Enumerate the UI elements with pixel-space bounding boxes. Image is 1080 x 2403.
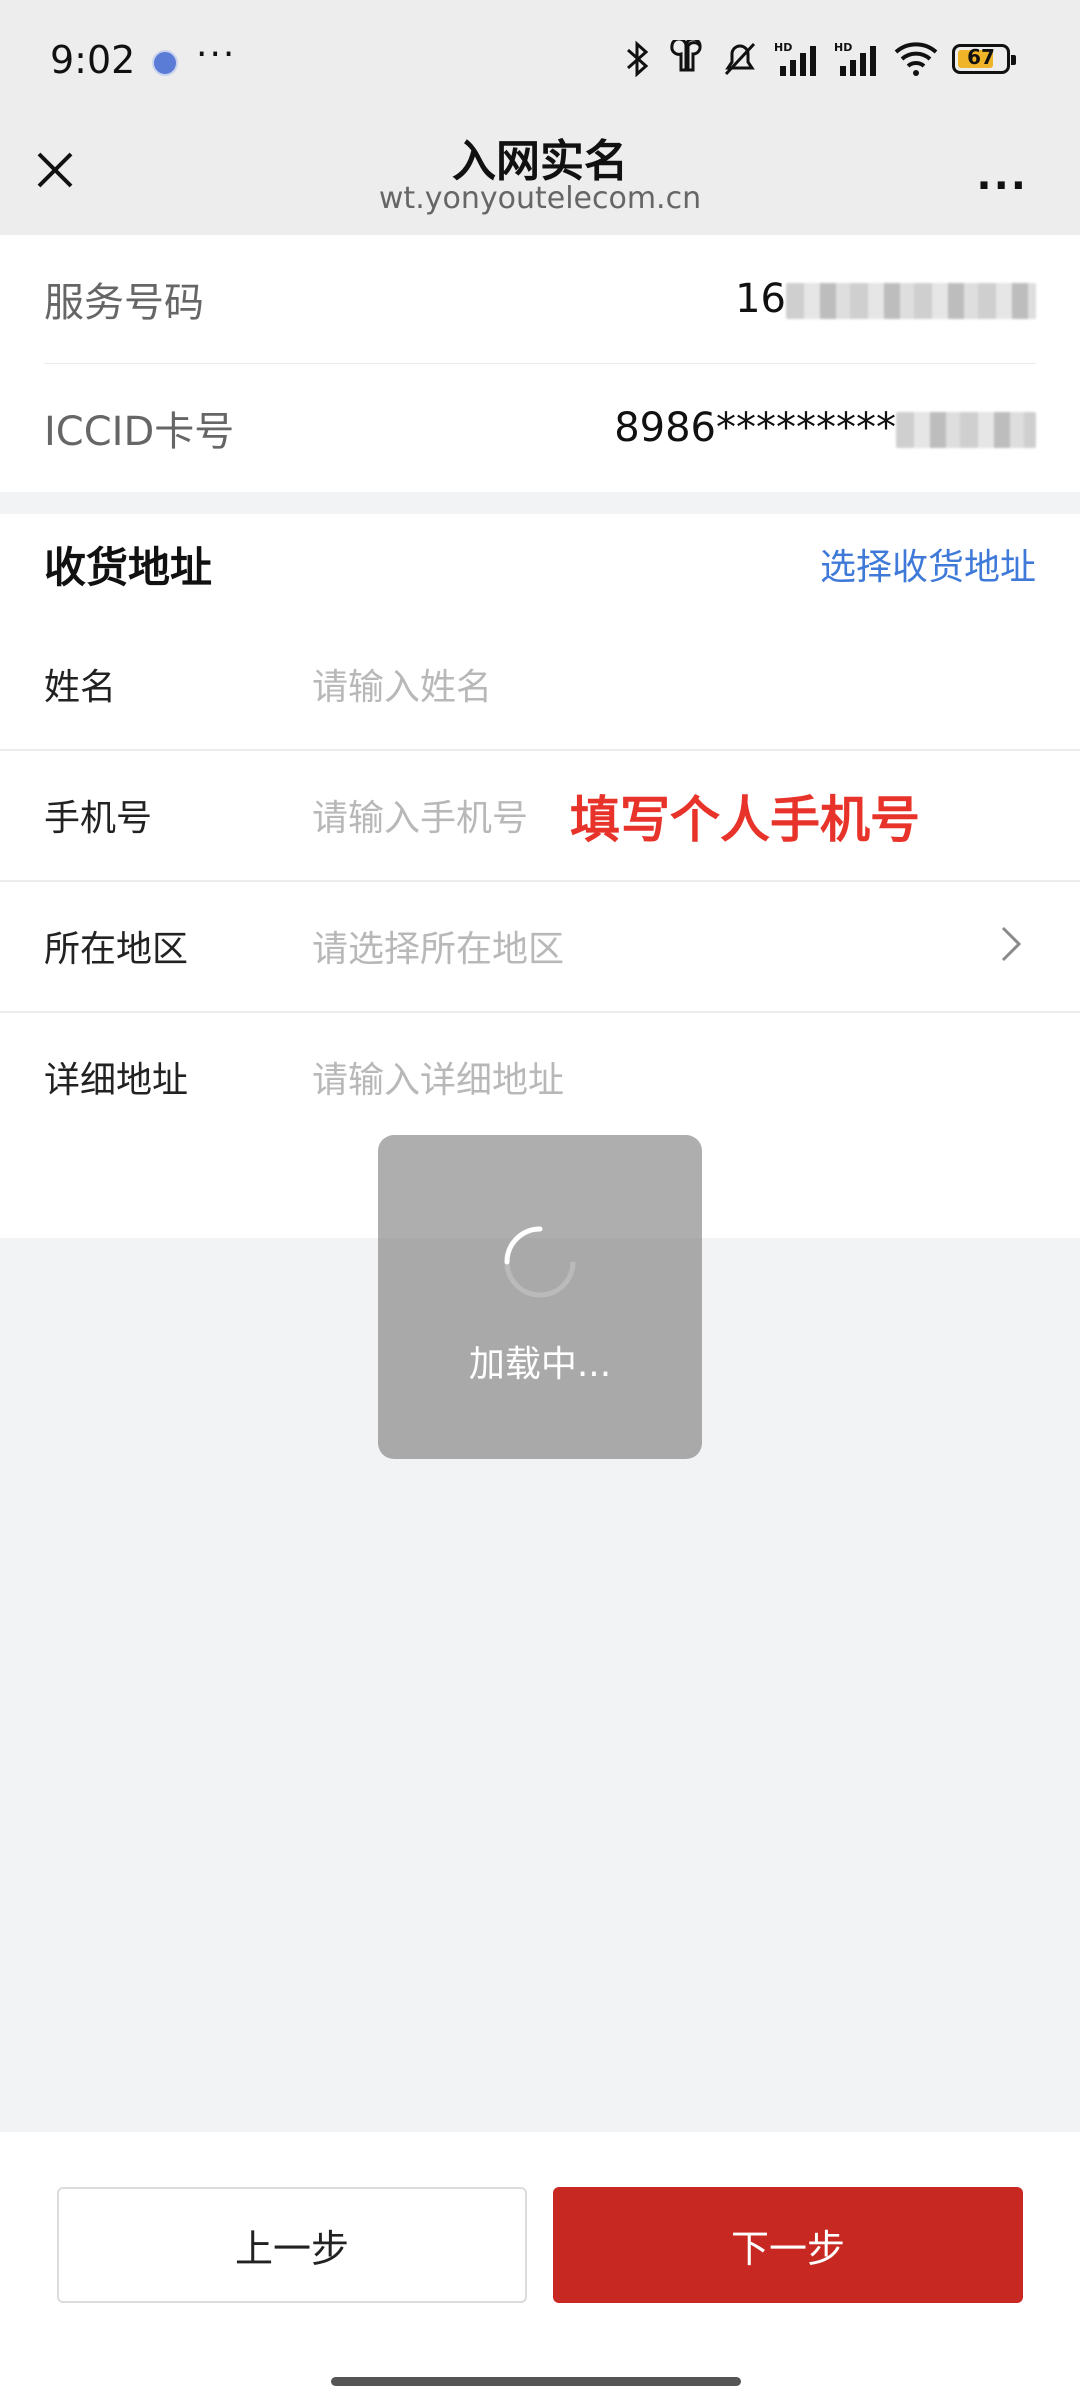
service-number-label: 服务号码: [44, 280, 204, 326]
phone-label: 手机号: [44, 798, 153, 839]
address-field-row[interactable]: 详细地址 请输入详细地址: [44, 1012, 1036, 1142]
earbuds-icon: [670, 40, 702, 72]
status-more-icon: ···: [196, 34, 237, 75]
home-indicator[interactable]: [331, 2377, 741, 2386]
chevron-right-icon[interactable]: [995, 922, 1025, 966]
annotation-text: 填写个人手机号: [570, 791, 920, 849]
service-number-row: 服务号码 16: [44, 235, 1036, 363]
name-field-row[interactable]: 姓名 请输入姓名: [44, 619, 1036, 749]
next-step-button[interactable]: 下一步: [553, 2187, 1023, 2303]
svg-text:HD: HD: [774, 41, 792, 54]
select-address-link[interactable]: 选择收货地址: [820, 538, 1036, 590]
signal-hd-2-icon: HD: [834, 41, 876, 76]
svg-text:HD: HD: [834, 41, 852, 54]
more-options-icon[interactable]: ···: [976, 163, 1028, 209]
battery-level: 67: [967, 45, 995, 69]
address-label: 详细地址: [44, 1060, 189, 1101]
battery-icon: 67: [952, 44, 1016, 74]
status-icons: HD HD 67: [622, 40, 1016, 78]
nav-bar: 入网实名 wt.yonyoutelecom.cn ···: [0, 125, 1080, 235]
name-label: 姓名: [44, 667, 117, 708]
mute-icon: [724, 42, 756, 76]
loading-spinner-icon: [504, 1226, 576, 1298]
page-url: wt.yonyoutelecom.cn: [378, 181, 702, 216]
shipping-address-section: 收货地址 选择收货地址 姓名 请输入姓名 手机号 请输入手机号 所在地区 请选择…: [0, 514, 1080, 1238]
iccid-value: 8986*********: [614, 405, 1036, 451]
iccid-label: ICCID卡号: [44, 409, 235, 455]
status-bar: 9:02 ··· HD HD 67: [0, 0, 1080, 125]
region-label: 所在地区: [44, 929, 189, 970]
phone-input[interactable]: 请输入手机号: [312, 789, 528, 841]
masked-digits: [896, 412, 1036, 448]
shipping-header: 收货地址 选择收货地址: [44, 514, 1036, 614]
service-number-value: 16: [735, 276, 1036, 322]
card-info-section: 服务号码 16 ICCID卡号 8986*********: [0, 235, 1080, 492]
address-input[interactable]: 请输入详细地址: [312, 1051, 564, 1103]
region-select[interactable]: 请选择所在地区: [312, 920, 564, 972]
page-title: 入网实名: [452, 136, 628, 187]
name-input[interactable]: 请输入姓名: [312, 658, 492, 710]
previous-step-button[interactable]: 上一步: [57, 2187, 527, 2303]
bluetooth-icon: [627, 40, 649, 78]
status-time: 9:02: [50, 38, 136, 82]
signal-hd-1-icon: HD: [774, 41, 816, 76]
app-badge-icon: [152, 50, 178, 76]
bottom-action-bar: 上一步 下一步: [0, 2132, 1080, 2403]
section-title: 收货地址: [44, 542, 213, 592]
loading-toast: 加载中...: [378, 1135, 702, 1459]
region-field-row[interactable]: 所在地区 请选择所在地区: [44, 881, 1036, 1011]
masked-digits: [786, 283, 1036, 319]
iccid-row: ICCID卡号 8986*********: [44, 364, 1036, 492]
wifi-icon: [894, 42, 938, 76]
loading-text: 加载中...: [468, 1344, 612, 1385]
